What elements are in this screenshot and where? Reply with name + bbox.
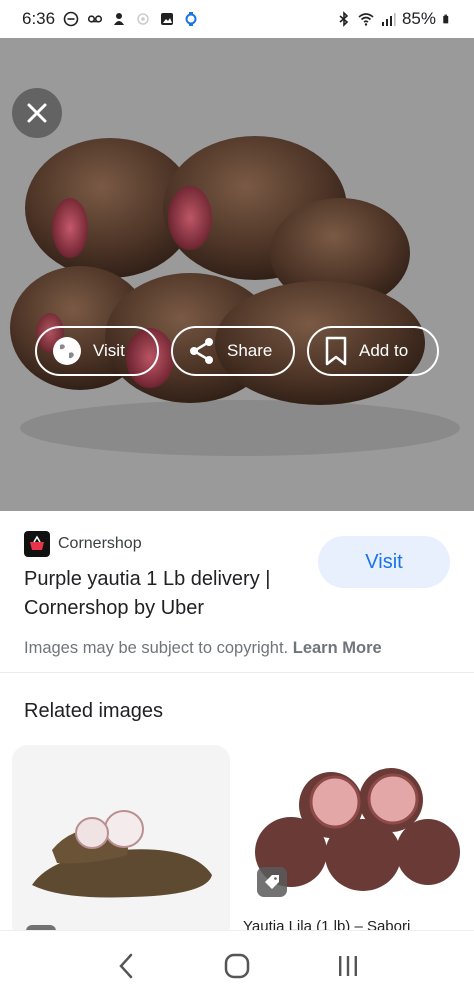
related-image-tile[interactable]	[243, 745, 461, 940]
battery-percent: 85%	[401, 9, 436, 28]
related-image-tile[interactable]	[12, 745, 230, 940]
visit-button[interactable]: Visit	[318, 536, 450, 588]
back-icon	[118, 953, 132, 978]
home-button[interactable]	[217, 946, 257, 986]
status-time: 6:36	[22, 9, 56, 28]
status-bar: 6:36 85%	[0, 0, 474, 38]
related-taro-image	[12, 745, 230, 940]
close-icon	[27, 103, 47, 123]
share-action-label: Share	[227, 341, 273, 360]
recent-apps-button[interactable]	[328, 946, 368, 986]
location-icon	[137, 13, 149, 25]
wifi-icon	[358, 13, 374, 26]
battery-icon	[443, 14, 449, 24]
related-images-heading: Related images	[24, 700, 163, 722]
bluetooth-icon	[339, 11, 349, 27]
globe-icon	[53, 337, 81, 365]
learn-more-link[interactable]: Learn More	[293, 639, 382, 657]
source-name: Cornershop	[58, 535, 142, 552]
taro-roots-image	[10, 136, 460, 456]
close-button[interactable]	[12, 88, 62, 138]
visit-action-button[interactable]: Visit	[35, 326, 159, 376]
tag-icon	[257, 867, 287, 897]
price-tag-icon	[265, 875, 279, 889]
gallery-icon	[161, 13, 174, 25]
basket-icon	[30, 535, 44, 550]
related-taro-image	[243, 745, 461, 940]
notification-icon	[114, 13, 125, 25]
add-to-action-button[interactable]: Add to	[307, 326, 439, 376]
navigation-bar	[0, 930, 474, 1000]
visit-action-label: Visit	[93, 341, 125, 360]
share-icon	[190, 338, 213, 364]
voicemail-icon	[87, 15, 103, 23]
cornershop-favicon	[24, 531, 50, 557]
dnd-icon	[63, 11, 79, 27]
recent-apps-icon	[339, 955, 358, 976]
add-to-action-label: Add to	[359, 341, 409, 360]
source-row[interactable]: Cornershop	[24, 531, 142, 557]
image-actions: Visit Share Add to	[35, 326, 439, 376]
watch-icon	[185, 12, 197, 26]
result-card: Cornershop Purple yautia 1 Lb delivery |…	[0, 511, 474, 673]
home-icon	[224, 953, 250, 978]
result-title[interactable]: Purple yautia 1 Lb delivery | Cornershop…	[24, 565, 314, 623]
share-action-button[interactable]: Share	[171, 326, 295, 376]
divider	[0, 672, 474, 673]
image-viewer[interactable]: Visit Share Add to	[0, 38, 474, 511]
copyright-text: Images may be subject to copyright.	[24, 639, 289, 657]
back-button[interactable]	[106, 946, 146, 986]
signal-icon	[381, 13, 396, 26]
copyright-notice: Images may be subject to copyright. Lear…	[24, 639, 382, 658]
bookmark-icon	[325, 336, 347, 366]
